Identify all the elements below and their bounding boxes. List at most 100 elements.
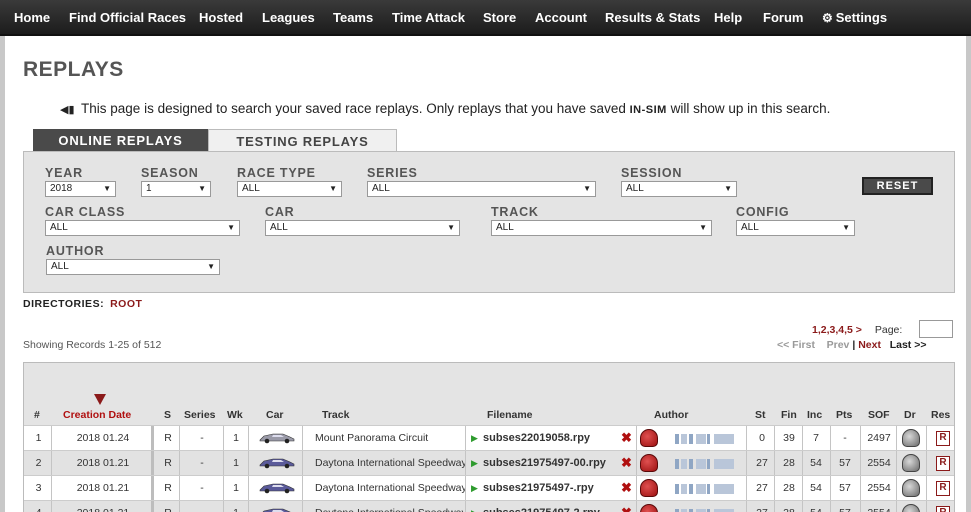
nav-leagues[interactable]: Leagues xyxy=(262,0,315,36)
play-icon[interactable]: ▶ xyxy=(471,476,478,500)
cell-inc: 54 xyxy=(810,457,822,469)
col-dr[interactable]: Dr xyxy=(904,409,916,421)
col-creation-date[interactable]: Creation Date xyxy=(63,409,131,421)
directory-root-link[interactable]: ROOT xyxy=(110,298,142,310)
col-track[interactable]: Track xyxy=(322,409,349,421)
col-car[interactable]: Car xyxy=(266,409,284,421)
car-class-label: CAR CLASS xyxy=(45,205,126,219)
session-select[interactable]: ALL ▼ xyxy=(621,181,737,197)
table-row[interactable]: 2 2018 01.21 R - 1 Daytona International Spee… xyxy=(24,450,954,475)
nav-time-attack[interactable]: Time Attack xyxy=(392,0,465,36)
column-divider xyxy=(151,501,154,512)
table-row[interactable]: 42018 01.21R-1Daytona International Spee… xyxy=(24,500,954,512)
results-icon[interactable]: R xyxy=(936,506,950,512)
play-icon[interactable]: ▶ xyxy=(471,501,478,512)
table-row[interactable]: 3 2018 01.21 R - 1 Daytona International Spee… xyxy=(24,475,954,500)
first-link[interactable]: << First xyxy=(777,339,815,351)
car-select[interactable]: ALL ▼ xyxy=(265,220,460,236)
nav-settings[interactable]: ⚙ Settings xyxy=(822,0,887,36)
col-s[interactable]: S xyxy=(164,409,171,421)
page-links: 1,2,3,4,5 > Page: xyxy=(812,324,902,336)
season-select[interactable]: 1 ▼ xyxy=(141,181,211,197)
cell-fin: 39 xyxy=(783,432,795,444)
nav-store[interactable]: Store xyxy=(483,0,516,36)
col-filename[interactable]: Filename xyxy=(487,409,533,421)
cell-num: 1 xyxy=(35,432,42,444)
nav-teams[interactable]: Teams xyxy=(333,0,373,36)
year-select[interactable]: 2018 ▼ xyxy=(45,181,116,197)
cell-wk: 1 xyxy=(233,457,239,469)
prev-link[interactable]: Prev xyxy=(827,339,850,351)
col-sof[interactable]: SOF xyxy=(868,409,890,421)
sort-desc-icon[interactable] xyxy=(94,394,106,405)
nav-home[interactable]: Home xyxy=(14,0,50,36)
last-link[interactable]: Last >> xyxy=(890,339,927,351)
col-res[interactable]: Res xyxy=(931,409,950,421)
filter-panel: YEAR 2018 ▼ SEASON 1 ▼ RACE TYPE ALL ▼ SERI… xyxy=(23,151,955,293)
driver-helmet-icon[interactable] xyxy=(902,454,920,472)
driver-helmet-icon[interactable] xyxy=(902,429,920,447)
filename-link[interactable]: subses21975497-2.rpy xyxy=(483,501,600,512)
results-icon[interactable]: R xyxy=(936,481,950,496)
track-select[interactable]: ALL ▼ xyxy=(491,220,712,236)
nav-hosted[interactable]: Hosted xyxy=(199,0,243,36)
table-row[interactable]: 1 2018 01.24 R - 1 Mount Panorama Circuit 0 39 7… xyxy=(24,425,954,450)
filename-link[interactable]: subses21975497-00.rpy xyxy=(483,451,606,475)
page-input[interactable] xyxy=(919,320,953,338)
tab-online-replays[interactable]: ONLINE REPLAYS xyxy=(33,129,208,152)
nav-find-official-races[interactable]: Find Official Races xyxy=(69,0,186,36)
col-series[interactable]: Series xyxy=(184,409,216,421)
nav-help[interactable]: Help xyxy=(714,0,742,36)
page-title: REPLAYS xyxy=(23,58,124,81)
next-pages-arrow[interactable]: > xyxy=(856,324,862,336)
filename-link[interactable]: subses22019058.rpy xyxy=(483,426,590,450)
delete-icon[interactable]: ✖ xyxy=(621,501,632,512)
series-select[interactable]: ALL ▼ xyxy=(367,181,596,197)
col-st[interactable]: St xyxy=(755,409,766,421)
column-divider xyxy=(179,451,180,475)
page-numbers[interactable]: 1,2,3,4,5 xyxy=(812,324,853,336)
delete-icon[interactable]: ✖ xyxy=(621,476,632,500)
car-class-select[interactable]: ALL ▼ xyxy=(45,220,240,236)
col-author[interactable]: Author xyxy=(654,409,688,421)
car-icon xyxy=(262,508,291,512)
results-icon[interactable]: R xyxy=(936,431,950,446)
play-icon[interactable]: ▶ xyxy=(471,451,478,475)
chevron-down-icon: ▼ xyxy=(207,262,215,271)
race-type-select[interactable]: ALL ▼ xyxy=(237,181,342,197)
col-fin[interactable]: Fin xyxy=(781,409,797,421)
tab-testing-replays[interactable]: TESTING REPLAYS xyxy=(208,129,397,152)
filename-link[interactable]: subses21975497-.rpy xyxy=(483,476,594,500)
table-header: # Creation Date S Series Wk Car Track Fi… xyxy=(24,363,954,425)
author-name-redacted xyxy=(707,434,710,444)
race-type-value: ALL xyxy=(242,183,260,194)
column-divider xyxy=(51,451,52,475)
author-name-redacted xyxy=(714,434,734,444)
delete-icon[interactable]: ✖ xyxy=(621,426,632,450)
car-class-value: ALL xyxy=(50,222,68,233)
car-icon xyxy=(259,433,295,444)
cell-s: R xyxy=(164,457,172,469)
megaphone-icon: ◀▮ xyxy=(60,104,75,116)
author-name-redacted xyxy=(689,484,693,494)
delete-icon[interactable]: ✖ xyxy=(621,451,632,475)
col-pts[interactable]: Pts xyxy=(836,409,852,421)
column-divider xyxy=(636,476,637,500)
config-select[interactable]: ALL ▼ xyxy=(736,220,855,236)
author-select[interactable]: ALL ▼ xyxy=(46,259,220,275)
driver-helmet-icon[interactable] xyxy=(902,504,920,512)
driver-helmet-icon[interactable] xyxy=(902,479,920,497)
next-link[interactable]: Next xyxy=(858,339,881,351)
nav-results-stats[interactable]: Results & Stats xyxy=(605,0,700,36)
column-divider xyxy=(302,501,303,512)
column-divider xyxy=(746,426,747,450)
nav-forum[interactable]: Forum xyxy=(763,0,803,36)
col-inc[interactable]: Inc xyxy=(807,409,822,421)
results-icon[interactable]: R xyxy=(936,456,950,471)
col-wk[interactable]: Wk xyxy=(227,409,243,421)
reset-button[interactable]: RESET xyxy=(862,177,933,195)
nav-account[interactable]: Account xyxy=(535,0,587,36)
column-divider xyxy=(51,426,52,450)
author-helmet-icon xyxy=(640,454,658,472)
play-icon[interactable]: ▶ xyxy=(471,426,478,450)
